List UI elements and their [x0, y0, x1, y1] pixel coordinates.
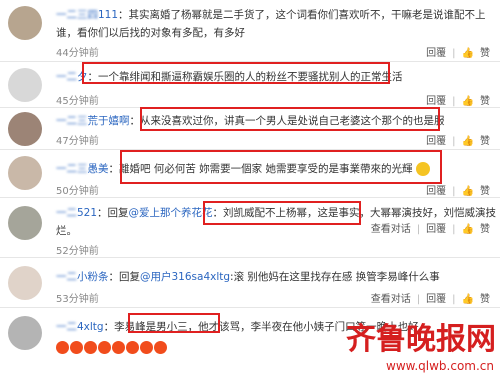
angry-emoji-icon: [98, 340, 111, 354]
reply-button[interactable]: 回覆: [426, 294, 446, 305]
angry-emoji-icon: [84, 340, 97, 354]
comment-body: :滚 别他妈在这里找存在感 换管李易峰什么事: [230, 271, 440, 283]
angry-emoji-row: [56, 338, 168, 356]
username-blur[interactable]: 一二: [56, 71, 77, 83]
timestamp: 44分钟前: [56, 48, 99, 59]
comment-actions: 查看对话 | 回覆 | 👍 赞: [370, 224, 490, 235]
username-blur[interactable]: 一二: [56, 321, 77, 333]
reply-mention-link[interactable]: @爱上那个养花花: [129, 207, 213, 219]
avatar[interactable]: [8, 316, 42, 350]
comment-text-line2: 烂。: [56, 225, 77, 237]
angry-emoji-icon: [126, 340, 139, 354]
avatar[interactable]: [8, 266, 42, 300]
avatar[interactable]: [8, 206, 42, 240]
comment-actions: 回覆 | 👍 赞: [426, 96, 490, 107]
like-button[interactable]: 赞: [480, 294, 490, 305]
reply-button[interactable]: 回覆: [426, 48, 446, 59]
like-icon[interactable]: 👍: [462, 224, 474, 235]
reply-prefix: ：回复: [108, 271, 141, 283]
like-icon[interactable]: 👍: [462, 294, 474, 305]
timestamp: 52分钟前: [56, 246, 99, 257]
comment-actions: 回覆 | 👍 赞: [426, 48, 490, 59]
highlight-box: [120, 150, 442, 184]
comment-actions: 回覆 | 👍 赞: [426, 186, 490, 197]
like-icon[interactable]: 👍: [462, 48, 474, 59]
comment-item: 一二小粉条：回复@用户316sa4xltg:滚 别他妈在这里找存在感 换管李易峰…: [0, 258, 500, 308]
like-icon[interactable]: 👍: [462, 136, 474, 147]
like-button[interactable]: 赞: [480, 224, 490, 235]
reply-prefix: ：回复: [97, 207, 129, 219]
timestamp: 47分钟前: [56, 136, 99, 147]
watermark-url: www.qlwb.com.cn: [386, 359, 494, 373]
username-blur[interactable]: 一二: [56, 271, 77, 283]
view-conversation-button[interactable]: 查看对话: [371, 224, 411, 235]
username[interactable]: 荒于嬉啊: [88, 115, 130, 127]
reply-button[interactable]: 回覆: [426, 224, 446, 235]
comment-body: ：其实离婚了杨幂就是二手货了，这个词看你们喜欢听不，干嘛老是说谁配不上: [118, 9, 486, 21]
username-blur[interactable]: 一二三四: [56, 9, 98, 21]
like-button[interactable]: 赞: [480, 136, 490, 147]
angry-emoji-icon: [56, 340, 69, 354]
comment-item: 一二三四111：其实离婚了杨幂就是二手货了，这个词看你们喜欢听不，干嘛老是说谁配…: [0, 0, 500, 62]
reply-mention-link[interactable]: @用户316sa4xltg: [140, 271, 230, 283]
like-button[interactable]: 赞: [480, 96, 490, 107]
username-blur[interactable]: 一二: [56, 207, 77, 219]
like-icon[interactable]: 👍: [462, 96, 474, 107]
comment-actions: 查看对话 | 回覆 | 👍 赞: [370, 294, 490, 305]
comment-text: 一二三四111：其实离婚了杨幂就是二手货了，这个词看你们喜欢听不，干嘛老是说谁配…: [56, 6, 486, 24]
highlight-box: [140, 107, 440, 131]
highlight-box: [203, 201, 361, 225]
timestamp: 53分钟前: [56, 294, 99, 305]
reply-button[interactable]: 回覆: [426, 136, 446, 147]
angry-emoji-icon: [140, 340, 153, 354]
view-conversation-button[interactable]: 查看对话: [371, 294, 411, 305]
comment-text-line2: 谁，看你们以后找的对象有多配，有多好: [56, 27, 245, 39]
timestamp: 50分钟前: [56, 186, 99, 197]
comment-body-cont: 大幂幂演技好，刘恺威演技: [370, 207, 497, 219]
avatar[interactable]: [8, 156, 42, 190]
avatar[interactable]: [8, 68, 42, 102]
highlight-box: [82, 62, 390, 84]
highlight-box: [128, 313, 220, 333]
comment-actions: 回覆 | 👍 赞: [426, 136, 490, 147]
angry-emoji-icon: [70, 340, 83, 354]
angry-emoji-icon: [154, 340, 167, 354]
timestamp: 45分钟前: [56, 96, 99, 107]
angry-emoji-icon: [112, 340, 125, 354]
avatar[interactable]: [8, 6, 42, 40]
comment-text: 一二小粉条：回复@用户316sa4xltg:滚 别他妈在这里找存在感 换管李易峰…: [56, 268, 440, 286]
username[interactable]: 521: [77, 207, 97, 219]
username[interactable]: 愚美: [88, 163, 109, 175]
watermark-logo: 齐鲁晚报网: [346, 322, 496, 357]
username-blur[interactable]: 一二三: [56, 115, 88, 127]
username[interactable]: 111: [98, 9, 118, 21]
like-icon[interactable]: 👍: [462, 186, 474, 197]
like-button[interactable]: 赞: [480, 186, 490, 197]
username[interactable]: 4xltg: [77, 321, 104, 333]
username-blur[interactable]: 一二三: [56, 163, 88, 175]
reply-button[interactable]: 回覆: [426, 186, 446, 197]
like-button[interactable]: 赞: [480, 48, 490, 59]
username[interactable]: 小粉条: [77, 271, 109, 283]
reply-button[interactable]: 回覆: [426, 96, 446, 107]
avatar[interactable]: [8, 112, 42, 146]
